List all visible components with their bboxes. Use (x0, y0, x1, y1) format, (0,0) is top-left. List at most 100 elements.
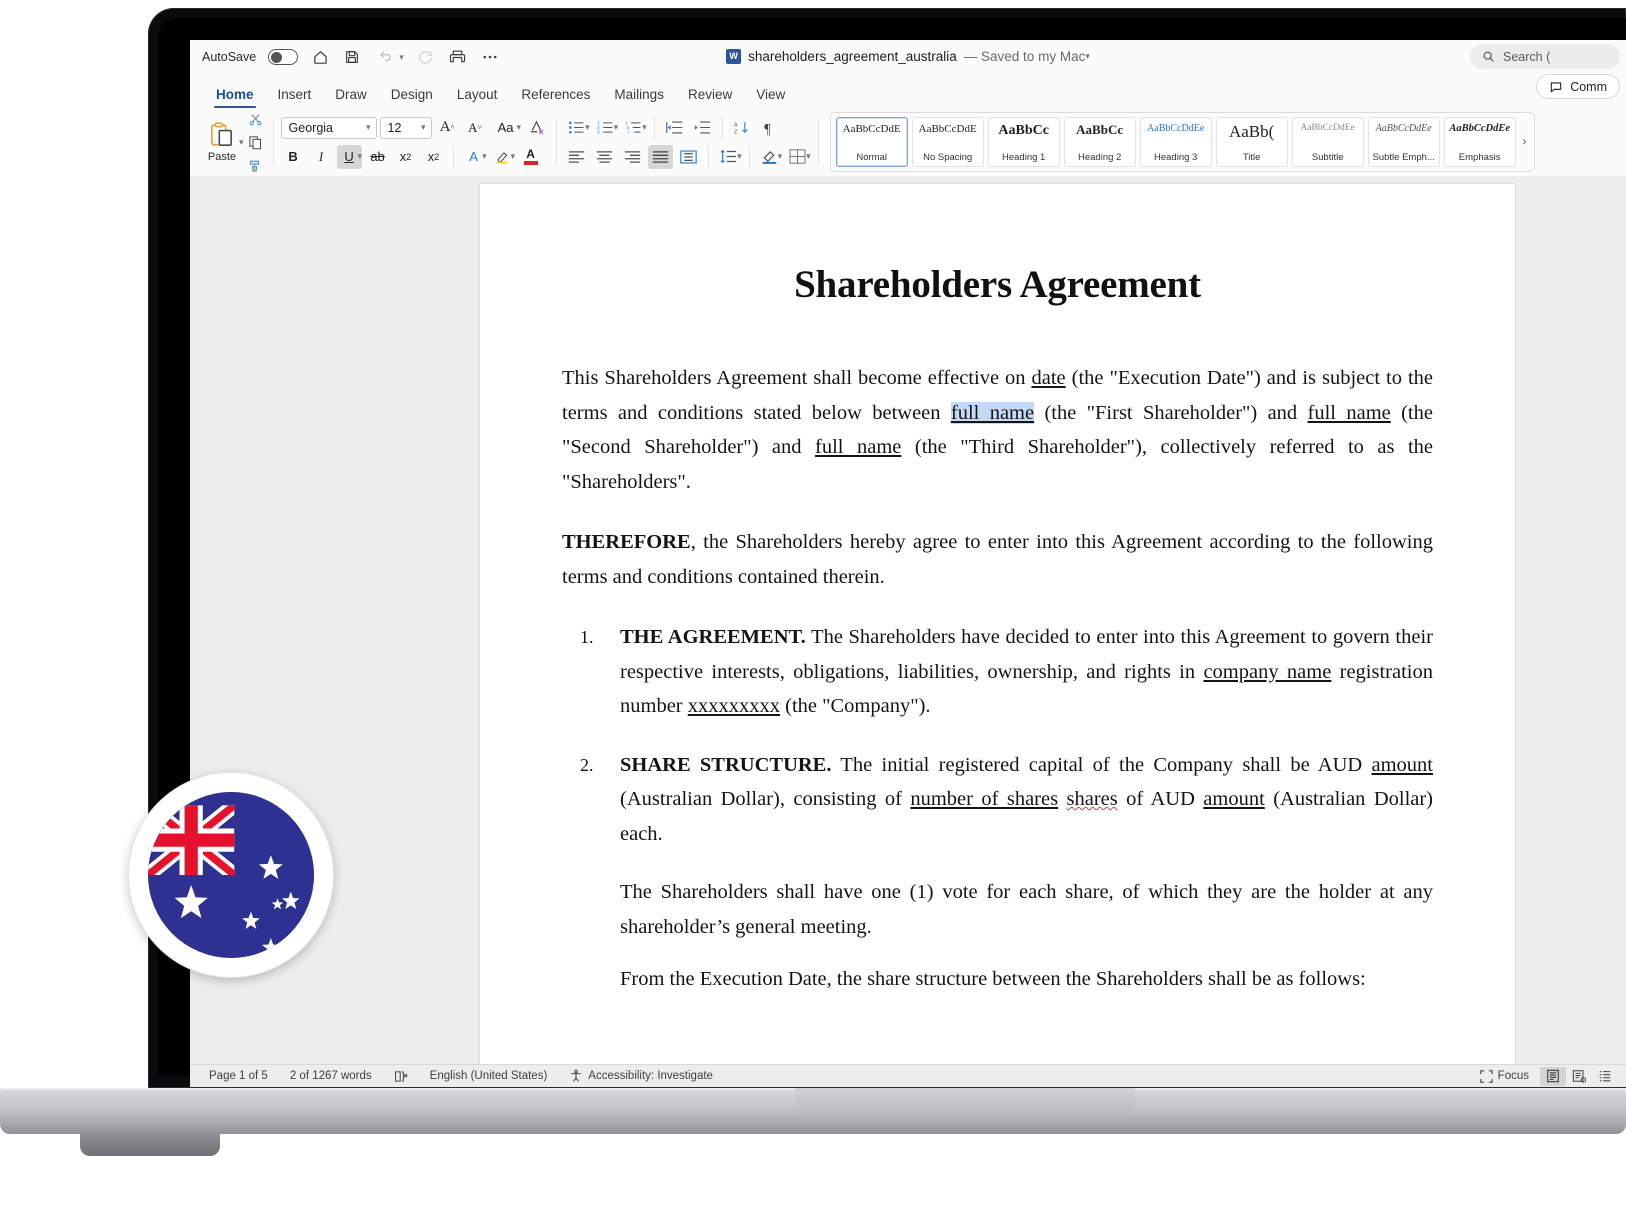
subscript-button[interactable]: x2 (393, 145, 418, 169)
list-number: 1. (580, 627, 594, 647)
style-label: Title (1242, 152, 1261, 163)
style-label: Subtitle (1311, 152, 1344, 163)
font-name-select[interactable]: Georgia ▾ (280, 116, 377, 139)
style-title[interactable]: AaBb( Title (1215, 117, 1288, 167)
print-layout-icon[interactable] (1540, 1066, 1566, 1086)
sort-icon[interactable]: AZ (730, 116, 755, 140)
highlight-chevron-down-icon[interactable]: ▾ (511, 151, 516, 162)
tab-draw[interactable]: Draw (323, 87, 379, 108)
search-input[interactable]: Search ( (1470, 44, 1620, 69)
clipboard-mini-group (246, 109, 266, 175)
tab-references[interactable]: References (509, 87, 602, 108)
bold-button[interactable]: B (281, 145, 306, 169)
font-size-value: 12 (387, 120, 402, 135)
status-word-count[interactable]: 2 of 1267 words (279, 1070, 383, 1082)
tab-review[interactable]: Review (676, 87, 744, 108)
change-case-chevron-down-icon[interactable]: ▾ (517, 122, 522, 133)
text-run (1058, 788, 1066, 810)
text-run: , the Shareholders hereby agree to enter… (562, 531, 1433, 588)
justify-icon[interactable] (648, 144, 674, 169)
font-size-select[interactable]: 12 ▾ (379, 116, 432, 139)
titlebar-right-group: Search ( Comm (1470, 44, 1620, 99)
multilevel-chevron-down-icon[interactable]: ▾ (642, 122, 647, 133)
style-no-spacing[interactable]: AaBbCcDdE No Spacing (911, 117, 984, 167)
style-heading-1[interactable]: AaBbCc Heading 1 (987, 117, 1060, 167)
australia-flag-badge (128, 772, 334, 978)
align-left-icon[interactable] (564, 145, 589, 169)
laptop-screen: AutoSave ▾ W shareholders_agreement_aust… (190, 40, 1626, 1087)
web-layout-icon[interactable] (1566, 1067, 1592, 1086)
laptop-base-notch (795, 1088, 1135, 1114)
style-emphasis[interactable]: AaBbCcDdEe Emphasis (1443, 117, 1516, 167)
status-bar: Page 1 of 5 2 of 1267 words English (Uni… (190, 1064, 1626, 1087)
status-page[interactable]: Page 1 of 5 (198, 1070, 279, 1082)
underline-chevron-down-icon[interactable]: ▾ (358, 151, 363, 162)
decrease-indent-icon[interactable] (662, 116, 687, 140)
style-heading-2[interactable]: AaBbCc Heading 2 (1063, 117, 1136, 167)
document-canvas[interactable]: Shareholders Agreement This Shareholders… (190, 176, 1626, 1064)
text-effects-chevron-down-icon[interactable]: ▾ (482, 151, 487, 162)
clear-formatting-button[interactable] (524, 116, 549, 140)
tab-home[interactable]: Home (204, 87, 266, 108)
superscript-button[interactable]: x2 (421, 145, 446, 169)
styles-more-chevron-right-icon[interactable]: › (1520, 136, 1530, 148)
grow-font-button[interactable]: A ^ (435, 116, 460, 140)
focus-label: Focus (1497, 1070, 1529, 1082)
svg-text:i: i (628, 130, 629, 135)
borders-chevron-down-icon[interactable]: ▾ (806, 151, 811, 162)
paragraph-share-structure-intro: From the Execution Date, the share struc… (620, 968, 1366, 990)
style-label: Emphasis (1458, 152, 1501, 163)
style-subtitle[interactable]: AaBbCcDdEe Subtitle (1291, 117, 1364, 167)
list-item-share-structure: 2. SHARE STRUCTURE. The initial registere… (562, 748, 1433, 852)
copy-icon[interactable] (246, 132, 266, 152)
increase-indent-icon[interactable] (690, 116, 715, 140)
tab-layout[interactable]: Layout (445, 87, 510, 108)
font-color-button[interactable]: A (518, 145, 543, 169)
screenshot-root: AutoSave ▾ W shareholders_agreement_aust… (0, 0, 1626, 1220)
style-heading-3[interactable]: AaBbCcDdEe Heading 3 (1139, 117, 1212, 167)
style-subtle-emphasis[interactable]: AaBbCcDdEe Subtle Emph... (1367, 117, 1440, 167)
proofing-icon[interactable] (383, 1070, 419, 1083)
document-filename: shareholders_agreement_australia (748, 49, 957, 64)
outline-view-icon[interactable] (1592, 1067, 1618, 1086)
align-right-icon[interactable] (620, 145, 645, 169)
align-center-icon[interactable] (592, 145, 617, 169)
paragraph-marks-icon[interactable]: ¶ (758, 116, 783, 140)
style-normal[interactable]: AaBbCcDdE Normal (835, 117, 908, 167)
strikethrough-button[interactable]: ab (365, 145, 390, 169)
paste-chevron-down-icon[interactable]: ▾ (239, 137, 244, 148)
divider (272, 119, 274, 165)
font-color-swatch (523, 161, 538, 165)
tab-design[interactable]: Design (379, 87, 445, 108)
line-spacing-chevron-down-icon[interactable]: ▾ (737, 151, 742, 162)
tab-view[interactable]: View (744, 87, 797, 108)
highlighter-icon (496, 152, 508, 164)
tab-mailings[interactable]: Mailings (602, 87, 676, 108)
placeholder-amount-2: amount (1203, 788, 1265, 810)
search-icon (1483, 51, 1494, 62)
svg-text:¶: ¶ (764, 121, 771, 136)
comments-button[interactable]: Comm (1536, 74, 1620, 99)
italic-button[interactable]: I (309, 145, 334, 169)
focus-button[interactable]: Focus (1469, 1069, 1540, 1083)
shading-chevron-down-icon[interactable]: ▾ (778, 151, 783, 162)
format-painter-icon[interactable] (246, 155, 266, 175)
paragraph-intro: This Shareholders Agreement shall become… (562, 361, 1433, 499)
font-name-chevron-down-icon[interactable]: ▾ (366, 122, 371, 133)
placeholder-company-name: company name (1203, 660, 1332, 683)
cut-icon[interactable] (246, 109, 266, 129)
placeholder-full-name-3: full name (815, 436, 902, 458)
change-case-label: Aa (497, 120, 514, 135)
status-language[interactable]: English (United States) (419, 1070, 559, 1082)
bullets-chevron-down-icon[interactable]: ▾ (585, 122, 590, 133)
numbering-chevron-down-icon[interactable]: ▾ (614, 122, 619, 133)
tab-insert[interactable]: Insert (266, 87, 324, 108)
style-label: Heading 2 (1078, 152, 1122, 163)
distributed-icon[interactable] (676, 145, 701, 169)
font-size-chevron-down-icon[interactable]: ▾ (421, 122, 426, 133)
document-page[interactable]: Shareholders Agreement This Shareholders… (480, 184, 1515, 1064)
style-preview: AaBbCcDdEe (1300, 123, 1355, 133)
shrink-font-button[interactable]: A ˅ (463, 116, 488, 140)
status-accessibility[interactable]: Accessibility: Investigate (558, 1069, 724, 1083)
title-chevron-down-icon[interactable]: ▾ (1085, 51, 1090, 62)
